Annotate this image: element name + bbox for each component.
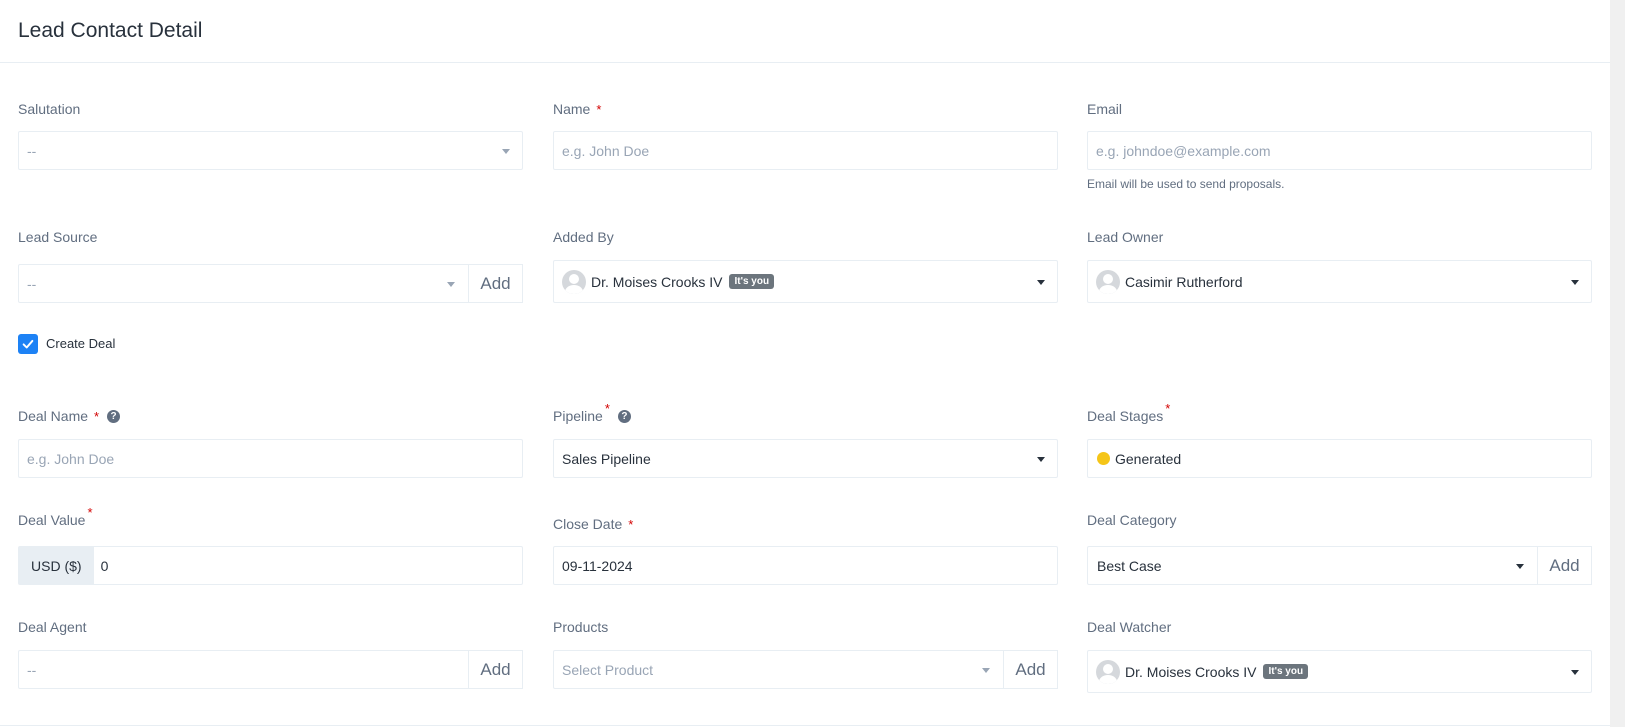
name-input[interactable]: e.g. John Doe bbox=[553, 131, 1058, 170]
products-placeholder: Select Product bbox=[562, 661, 654, 678]
close-date-label: Close Date * bbox=[553, 516, 634, 532]
salutation-value: -- bbox=[27, 142, 37, 159]
deal-stages-value: Generated bbox=[1115, 450, 1182, 467]
chevron-down-icon bbox=[982, 668, 990, 673]
email-help-text: Email will be used to send proposals. bbox=[1087, 177, 1285, 191]
deal-category-select[interactable]: Best Case Add bbox=[1087, 546, 1592, 585]
required-marker: * bbox=[596, 101, 602, 117]
card-header: Lead Contact Detail bbox=[0, 0, 1610, 63]
deal-value-label: Deal Value * bbox=[18, 504, 93, 529]
lead-source-select[interactable]: -- Add bbox=[18, 264, 523, 303]
added-by-select[interactable]: Dr. Moises Crooks IV It's you bbox=[553, 260, 1058, 303]
deal-category-label: Deal Category bbox=[1087, 512, 1177, 528]
lead-owner-label: Lead Owner bbox=[1087, 229, 1164, 245]
its-you-badge: It's you bbox=[729, 274, 775, 289]
required-marker: * bbox=[94, 408, 100, 424]
email-label: Email bbox=[1087, 101, 1123, 117]
avatar bbox=[1096, 269, 1120, 294]
lead-source-value: -- bbox=[27, 275, 37, 292]
stage-color-dot bbox=[1097, 452, 1110, 465]
its-you-badge: It's you bbox=[1263, 664, 1309, 679]
avatar bbox=[1096, 659, 1120, 684]
add-lead-source-button[interactable]: Add bbox=[468, 264, 523, 303]
chevron-down-icon bbox=[447, 282, 455, 287]
deal-agent-select[interactable]: -- Add bbox=[18, 650, 523, 689]
deal-value-input[interactable]: USD ($) 0 bbox=[18, 546, 523, 585]
close-date-value: 09-11-2024 bbox=[562, 557, 633, 574]
close-date-input[interactable]: 09-11-2024 bbox=[553, 546, 1058, 585]
page-title: Lead Contact Detail bbox=[18, 19, 203, 42]
chevron-down-icon bbox=[502, 149, 510, 154]
deal-watcher-select[interactable]: Dr. Moises Crooks IV It's you bbox=[1087, 650, 1592, 693]
products-label: Products bbox=[553, 619, 609, 635]
add-product-button[interactable]: Add bbox=[1003, 650, 1058, 689]
deal-watcher-label: Deal Watcher bbox=[1087, 619, 1172, 635]
create-deal-checkbox[interactable] bbox=[18, 334, 38, 354]
email-input[interactable]: e.g. johndoe@example.com bbox=[1087, 131, 1592, 170]
deal-category-value: Best Case bbox=[1097, 557, 1162, 574]
deal-name-placeholder: e.g. John Doe bbox=[27, 450, 115, 467]
chevron-down-icon bbox=[1037, 280, 1045, 285]
salutation-select[interactable]: -- bbox=[18, 131, 523, 170]
added-by-label: Added By bbox=[553, 229, 614, 245]
add-deal-agent-button[interactable]: Add bbox=[468, 650, 523, 689]
deal-agent-label: Deal Agent bbox=[18, 619, 87, 635]
required-marker: * bbox=[604, 400, 610, 416]
currency-prefix: USD ($) bbox=[19, 547, 94, 584]
question-circle-icon[interactable]: ? bbox=[107, 409, 121, 423]
lead-owner-select[interactable]: Casimir Rutherford bbox=[1087, 260, 1592, 303]
deal-stages-label: Deal Stages * bbox=[1087, 400, 1171, 425]
added-by-value: Dr. Moises Crooks IV bbox=[591, 273, 723, 290]
check-icon bbox=[22, 339, 34, 349]
chevron-down-icon bbox=[1516, 564, 1524, 569]
create-deal-label: Create Deal bbox=[46, 336, 116, 351]
deal-stages-select[interactable]: Generated bbox=[1087, 439, 1592, 478]
salutation-label: Salutation bbox=[18, 101, 81, 117]
lead-contact-card: Lead Contact Detail Salutation -- Name * … bbox=[0, 0, 1610, 727]
required-marker: * bbox=[87, 504, 93, 520]
lead-owner-value: Casimir Rutherford bbox=[1125, 273, 1243, 290]
chevron-down-icon bbox=[1037, 457, 1045, 462]
name-placeholder: e.g. John Doe bbox=[562, 142, 650, 159]
email-placeholder: e.g. johndoe@example.com bbox=[1096, 142, 1271, 159]
required-marker: * bbox=[628, 516, 634, 532]
deal-watcher-value: Dr. Moises Crooks IV bbox=[1125, 663, 1257, 680]
question-circle-icon[interactable]: ? bbox=[617, 409, 631, 423]
chevron-down-icon bbox=[1571, 280, 1579, 285]
deal-name-label: Deal Name *? bbox=[18, 408, 121, 424]
scrollbar[interactable] bbox=[1610, 0, 1625, 727]
deal-value-value: 0 bbox=[100, 557, 109, 574]
chevron-down-icon bbox=[1571, 670, 1579, 675]
card-divider bbox=[0, 725, 1610, 726]
lead-source-label: Lead Source bbox=[18, 229, 98, 245]
deal-agent-value: -- bbox=[27, 661, 37, 678]
deal-name-input[interactable]: e.g. John Doe bbox=[18, 439, 523, 478]
products-select[interactable]: Select Product Add bbox=[553, 650, 1058, 689]
pipeline-select[interactable]: Sales Pipeline bbox=[553, 439, 1058, 478]
add-deal-category-button[interactable]: Add bbox=[1537, 546, 1592, 585]
avatar bbox=[562, 269, 586, 294]
pipeline-value: Sales Pipeline bbox=[562, 450, 651, 467]
name-label: Name * bbox=[553, 101, 602, 117]
pipeline-label: Pipeline *? bbox=[553, 401, 631, 424]
required-marker: * bbox=[1165, 400, 1171, 416]
